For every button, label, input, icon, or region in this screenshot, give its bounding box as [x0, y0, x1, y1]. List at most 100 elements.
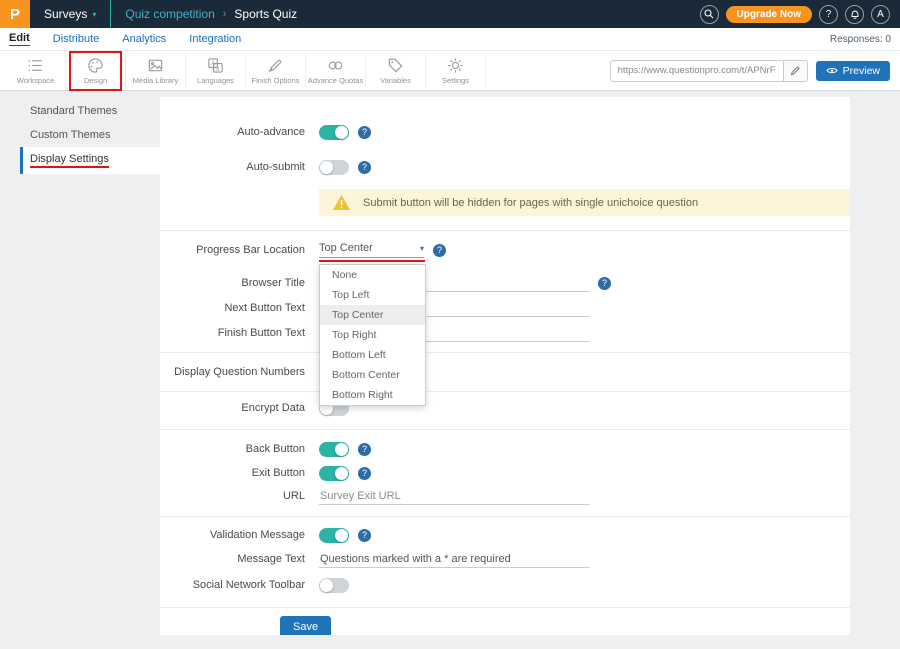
- auto-submit-row: Auto-submit ?: [160, 157, 850, 177]
- media-library-icon: [147, 57, 164, 74]
- save-row: Save: [160, 616, 850, 635]
- help-icon[interactable]: ?: [358, 126, 371, 139]
- dropdown-option-top-left[interactable]: Top Left: [320, 285, 425, 305]
- topbar: P Surveys ▾ Quiz competition › Sports Qu…: [0, 0, 900, 28]
- languages-icon: Aa: [207, 57, 224, 74]
- edit-url-button[interactable]: [783, 60, 807, 82]
- separator: [160, 230, 850, 231]
- toolbar-item-workspace[interactable]: Workspace: [6, 53, 66, 89]
- encrypt-data-label: Encrypt Data: [160, 402, 305, 414]
- toolbar-item-label: Finish Options: [252, 76, 300, 85]
- toolbar-item-label: Languages: [197, 76, 234, 85]
- toolbar-item-label: Workspace: [17, 76, 54, 85]
- finish-button-row: Finish Button Text: [160, 323, 850, 343]
- toolbar-item-design[interactable]: Design: [66, 53, 126, 89]
- help-icon[interactable]: ?: [433, 244, 446, 257]
- bell-icon: [850, 9, 860, 20]
- edit-toolbar: Workspace Design Media Library Aa Langua…: [0, 51, 900, 91]
- save-button[interactable]: Save: [280, 616, 331, 635]
- dropdown-option-none[interactable]: None: [320, 265, 425, 285]
- toolbar-item-label: Media Library: [133, 76, 178, 85]
- design-sidebar: Standard Themes Custom Themes Display Se…: [0, 91, 160, 649]
- advance-quotas-icon: [327, 57, 344, 74]
- toolbar-item-settings[interactable]: Settings: [426, 53, 486, 89]
- toolbar-item-finish-options[interactable]: Finish Options: [246, 53, 306, 89]
- help-icon[interactable]: ?: [358, 443, 371, 456]
- separator: [160, 391, 850, 392]
- progress-bar-location-select[interactable]: Top Center ▾: [319, 242, 424, 258]
- exit-button-row: Exit Button ?: [160, 463, 850, 483]
- search-button[interactable]: [700, 5, 719, 24]
- auto-advance-row: Auto-advance ?: [160, 122, 850, 142]
- chevron-down-icon: ▾: [92, 10, 96, 19]
- validation-message-row: Validation Message ?: [160, 525, 850, 545]
- sidebar-item-display-settings[interactable]: Display Settings: [20, 147, 160, 174]
- toolbar-item-languages[interactable]: Aa Languages: [186, 53, 246, 89]
- exit-button-toggle[interactable]: [319, 466, 349, 481]
- chevron-down-icon: ▾: [420, 244, 424, 253]
- breadcrumb-separator-icon: ›: [223, 8, 227, 20]
- dropdown-option-bottom-left[interactable]: Bottom Left: [320, 345, 425, 365]
- help-icon[interactable]: ?: [358, 161, 371, 174]
- toolbar-item-variables[interactable]: Variables: [366, 53, 426, 89]
- exit-url-label: URL: [160, 490, 305, 502]
- sidebar-item-custom-themes[interactable]: Custom Themes: [20, 123, 160, 147]
- surveys-menu[interactable]: Surveys ▾: [30, 7, 110, 21]
- annotation-underline-display-settings: Display Settings: [30, 153, 109, 168]
- back-button-label: Back Button: [160, 443, 305, 455]
- preview-label: Preview: [843, 65, 880, 77]
- tab-distribute[interactable]: Distribute: [53, 33, 99, 45]
- browser-title-label: Browser Title: [160, 277, 305, 289]
- validation-message-label: Validation Message: [160, 529, 305, 541]
- display-settings-panel: Auto-advance ? Auto-submit ? Submit butt…: [160, 97, 850, 635]
- section-nav: Edit Distribute Analytics Integration Re…: [0, 28, 900, 51]
- exit-url-row: URL: [160, 486, 850, 506]
- toolbar-item-label: Variables: [380, 76, 411, 85]
- preview-button[interactable]: Preview: [816, 61, 890, 81]
- back-button-toggle[interactable]: [319, 442, 349, 457]
- encrypt-data-row: Encrypt Data: [160, 398, 850, 418]
- toolbar-item-media-library[interactable]: Media Library: [126, 53, 186, 89]
- help-icon[interactable]: ?: [598, 277, 611, 290]
- tab-analytics[interactable]: Analytics: [122, 33, 166, 45]
- browser-title-row: Browser Title ?: [160, 273, 850, 293]
- dropdown-option-bottom-right[interactable]: Bottom Right: [320, 385, 425, 405]
- questionpro-logo[interactable]: P: [0, 0, 30, 28]
- help-button[interactable]: ?: [819, 5, 838, 24]
- next-button-row: Next Button Text: [160, 298, 850, 318]
- toolbar-item-label: Design: [84, 76, 107, 85]
- auto-submit-toggle[interactable]: [319, 160, 349, 175]
- breadcrumb-parent[interactable]: Quiz competition: [125, 7, 214, 21]
- dropdown-option-top-center[interactable]: Top Center: [320, 305, 425, 325]
- notifications-button[interactable]: [845, 5, 864, 24]
- tab-edit[interactable]: Edit: [9, 32, 30, 46]
- finish-button-label: Finish Button Text: [160, 327, 305, 339]
- main-area: Standard Themes Custom Themes Display Se…: [0, 91, 900, 649]
- dropdown-option-bottom-center[interactable]: Bottom Center: [320, 365, 425, 385]
- sidebar-item-standard-themes[interactable]: Standard Themes: [20, 99, 160, 123]
- survey-url-box: [610, 60, 808, 82]
- toolbar-item-advance-quotas[interactable]: Advance Quotas: [306, 53, 366, 89]
- tab-integration[interactable]: Integration: [189, 33, 241, 45]
- social-toolbar-toggle[interactable]: [319, 578, 349, 593]
- auto-advance-toggle[interactable]: [319, 125, 349, 140]
- upgrade-button[interactable]: Upgrade Now: [726, 6, 812, 23]
- message-text-input[interactable]: [319, 551, 589, 568]
- back-button-row: Back Button ?: [160, 439, 850, 459]
- auto-advance-label: Auto-advance: [160, 126, 305, 138]
- validation-message-toggle[interactable]: [319, 528, 349, 543]
- next-button-label: Next Button Text: [160, 302, 305, 314]
- avatar[interactable]: A: [871, 5, 890, 24]
- questionpro-app: P Surveys ▾ Quiz competition › Sports Qu…: [0, 0, 900, 649]
- dropdown-option-top-right[interactable]: Top Right: [320, 325, 425, 345]
- eye-icon: [826, 66, 838, 75]
- progress-bar-location-value: Top Center: [319, 242, 373, 254]
- auto-submit-label: Auto-submit: [160, 161, 305, 173]
- workspace-icon: [27, 57, 44, 74]
- settings-gear-icon: [447, 57, 464, 74]
- search-icon: [704, 9, 714, 19]
- help-icon[interactable]: ?: [358, 467, 371, 480]
- survey-url-input[interactable]: [611, 65, 783, 76]
- help-icon[interactable]: ?: [358, 529, 371, 542]
- exit-url-input[interactable]: [319, 488, 589, 505]
